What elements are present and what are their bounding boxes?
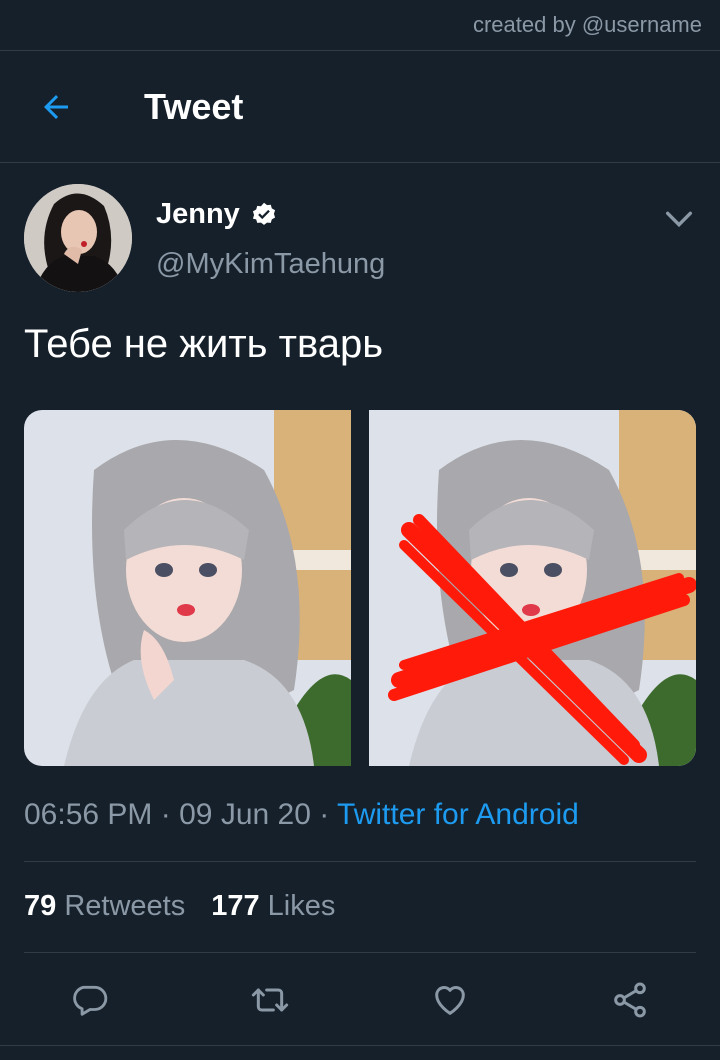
watermark: created by @username [472, 12, 702, 37]
author-name[interactable]: Jenny [156, 198, 278, 231]
author-name-text: Jenny [156, 198, 240, 230]
author-handle[interactable]: @MyKimTaehung [156, 248, 385, 281]
back-arrow-icon [44, 95, 68, 119]
tweet-photo-2[interactable] [369, 410, 696, 766]
stats-divider [24, 952, 696, 953]
tweet-text: Тебе не жить тварь [24, 322, 384, 366]
retweets-count: 79 [24, 890, 57, 922]
likes-stat[interactable]: 177 Likes [211, 890, 335, 923]
top-divider [0, 50, 720, 51]
reply-icon [73, 985, 108, 1016]
share-button[interactable] [600, 970, 660, 1030]
avatar[interactable] [24, 184, 132, 292]
tweet-media [24, 410, 696, 766]
tweet-meta: 06:56 PM · 09 Jun 20 · Twitter for Andro… [24, 798, 579, 832]
heart-icon [435, 986, 465, 1015]
retweet-icon [251, 988, 289, 1012]
header-divider [0, 162, 720, 163]
meta-separator: · [160, 798, 171, 831]
bottom-divider [0, 1045, 720, 1046]
share-icon [614, 982, 646, 1018]
chevron-down-icon[interactable] [662, 202, 696, 236]
retweet-button[interactable] [240, 970, 300, 1030]
tweet-actions [0, 970, 720, 1030]
tweet-source-link[interactable]: Twitter for Android [337, 798, 579, 831]
retweets-stat[interactable]: 79 Retweets [24, 890, 185, 923]
header: Tweet [0, 52, 720, 162]
likes-count: 177 [211, 890, 260, 922]
meta-separator-2: · [319, 798, 330, 831]
tweet-stats: 79 Retweets 177 Likes [24, 890, 335, 923]
page-title: Tweet [144, 86, 244, 127]
like-button[interactable] [420, 970, 480, 1030]
back-button[interactable] [26, 77, 86, 137]
meta-divider [24, 861, 696, 862]
tweet-time: 06:56 PM [24, 798, 153, 831]
reply-button[interactable] [60, 970, 120, 1030]
likes-label: Likes [267, 890, 336, 922]
tweet-date: 09 Jun 20 [179, 798, 311, 831]
verified-badge-icon [252, 202, 275, 225]
retweets-label: Retweets [64, 890, 186, 922]
tweet-photo-1[interactable] [24, 410, 351, 766]
tweet-author: Jenny @MyKimTaehung [24, 184, 696, 294]
